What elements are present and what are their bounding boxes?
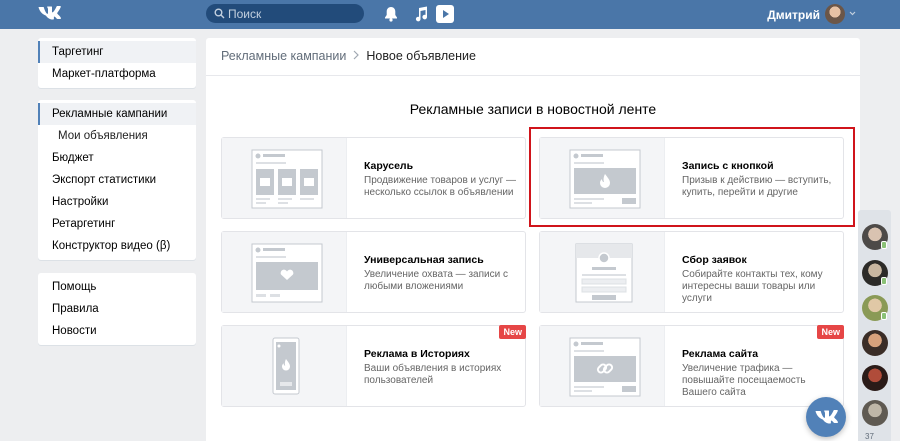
- chevron-right-icon: [353, 50, 360, 60]
- menu-item-export-stats[interactable]: Экспорт статистики: [38, 169, 196, 191]
- menu-item-budget[interactable]: Бюджет: [38, 147, 196, 169]
- menu-item-targeting[interactable]: Таргетинг: [38, 41, 196, 63]
- card-description: Ваши объявления в историях пользователей: [364, 363, 502, 386]
- online-mobile-icon: [881, 277, 887, 285]
- post-with-button-preview-icon: [540, 138, 665, 218]
- universal-post-preview-icon: [222, 232, 347, 312]
- online-mobile-icon: [881, 312, 887, 320]
- lead-form-preview-icon: [540, 232, 665, 312]
- card-title: Карусель: [364, 160, 414, 172]
- breadcrumb-ad-campaigns[interactable]: Рекламные кампании: [221, 49, 346, 63]
- search-input[interactable]: [228, 4, 358, 23]
- card-title: Сбор заявок: [682, 254, 747, 266]
- search-icon: [214, 8, 225, 19]
- menu-item-video-constructor[interactable]: Конструктор видео (β): [38, 235, 196, 257]
- music-icon[interactable]: [414, 6, 428, 22]
- menu-item-rules[interactable]: Правила: [38, 298, 196, 320]
- messenger-fab-button[interactable]: [806, 397, 846, 437]
- section-title: Рекламные записи в новостной ленте: [409, 101, 657, 117]
- ad-format-card-stories[interactable]: New Реклама в Историях Ваши объявления в…: [221, 325, 526, 407]
- new-badge: New: [817, 325, 844, 339]
- ad-format-card-universal-post[interactable]: Универсальная запись Увеличение охвата —…: [221, 231, 526, 313]
- menu-item-retargeting[interactable]: Ретаргетинг: [38, 213, 196, 235]
- vk-logo-icon[interactable]: [38, 5, 62, 23]
- menu-item-market-platform[interactable]: Маркет-платформа: [38, 63, 196, 85]
- breadcrumb: Рекламные кампании Новое объявление: [221, 49, 476, 63]
- card-description: Увеличение охвата — записи с любыми влож…: [364, 269, 508, 292]
- play-video-icon[interactable]: [436, 5, 454, 23]
- card-title: Запись с кнопкой: [682, 160, 774, 172]
- new-badge: New: [499, 325, 526, 339]
- ad-format-card-lead-form[interactable]: Сбор заявок Собирайте контакты тех, кому…: [539, 231, 844, 313]
- divider: [206, 75, 860, 76]
- vk-logo-icon: [815, 410, 838, 424]
- menu-item-my-ads[interactable]: Мои объявления: [38, 125, 196, 147]
- menu-item-news[interactable]: Новости: [38, 320, 196, 342]
- card-title: Универсальная запись: [364, 254, 484, 266]
- left-menu-ads-platform: Таргетинг Маркет-платформа: [38, 38, 196, 88]
- ad-format-card-website[interactable]: New Реклама сайта Увеличение трафика — п…: [539, 325, 844, 407]
- card-description: Увеличение трафика — повышайте посещаемо…: [682, 363, 806, 398]
- card-title: Реклама сайта: [682, 348, 759, 360]
- online-count: 37: [865, 432, 874, 441]
- breadcrumb-current: Новое объявление: [366, 49, 476, 63]
- ad-format-card-post-with-button[interactable]: Запись с кнопкой Призыв к действию — вст…: [539, 137, 844, 219]
- card-description: Собирайте контакты тех, кому интересны в…: [682, 269, 823, 304]
- chat-contact-avatar[interactable]: [862, 365, 888, 391]
- stories-preview-icon: [222, 326, 347, 406]
- ad-format-card-carousel[interactable]: Карусель Продвижение товаров и услуг — н…: [221, 137, 526, 219]
- user-name[interactable]: Дмитрий: [767, 8, 820, 22]
- website-ad-preview-icon: [540, 326, 665, 406]
- menu-item-help[interactable]: Помощь: [38, 276, 196, 298]
- search-box[interactable]: [206, 4, 364, 23]
- left-menu-ads-cabinet: Рекламные кампании Мои объявления Бюджет…: [38, 100, 196, 260]
- left-menu-help: Помощь Правила Новости: [38, 273, 196, 345]
- menu-item-ad-campaigns[interactable]: Рекламные кампании: [38, 103, 196, 125]
- top-header: Дмитрий: [0, 0, 900, 29]
- chevron-down-icon[interactable]: [849, 10, 856, 17]
- user-avatar[interactable]: [825, 4, 845, 24]
- chat-contact-avatar[interactable]: [862, 330, 888, 356]
- online-mobile-icon: [881, 241, 887, 249]
- card-description: Призыв к действию — вступить, купить, пе…: [682, 175, 832, 198]
- chat-contact-avatar[interactable]: [862, 400, 888, 426]
- menu-item-settings[interactable]: Настройки: [38, 191, 196, 213]
- chat-contacts-column: 37: [858, 210, 891, 441]
- notifications-bell-icon[interactable]: [384, 6, 398, 22]
- card-description: Продвижение товаров и услуг — несколько …: [364, 175, 517, 198]
- card-title: Реклама в Историях: [364, 348, 470, 360]
- carousel-preview-icon: [222, 138, 347, 218]
